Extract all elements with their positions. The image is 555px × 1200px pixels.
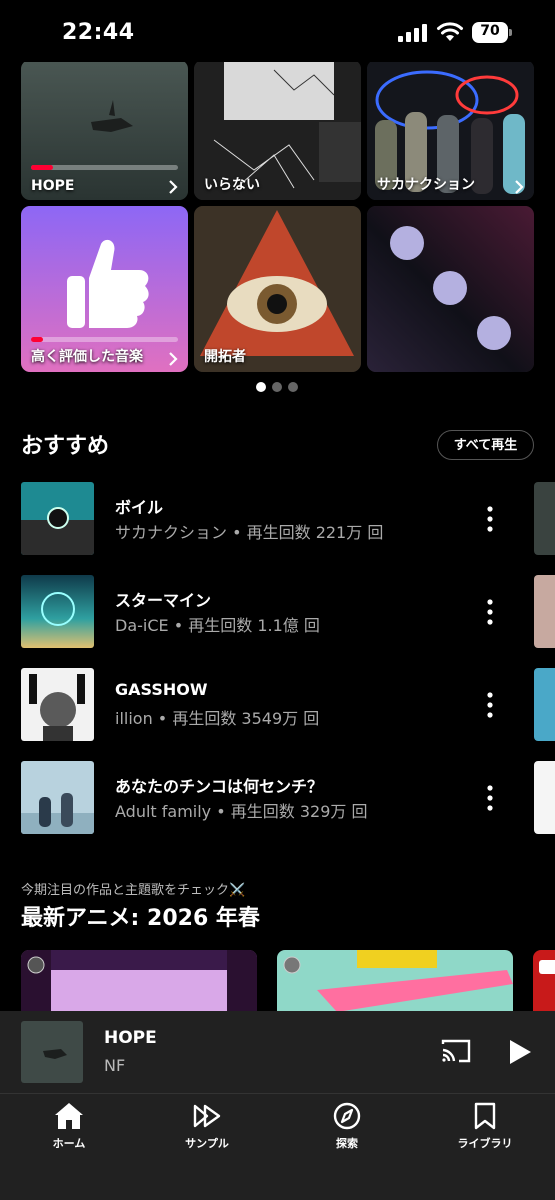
nav-samples[interactable]: サンプル [157,1102,257,1162]
tile-mix[interactable] [367,206,534,372]
tile-label: HOPE [31,178,75,194]
status-time: 22:44 [62,20,135,45]
play-all-button[interactable]: すべて再生 [437,430,534,460]
tile-sakanaction[interactable]: サカナクション [367,60,534,200]
battery-level: 70 [480,23,500,39]
mix-artwork [367,206,534,372]
track-subtitle: サカナクション • 再生回数 221万 回 [115,523,384,542]
status-bar: 22:44 70 [0,0,555,62]
nav-library[interactable]: ライブラリ [435,1102,535,1162]
chevron-right-icon [515,180,524,194]
tile-iranai[interactable]: いらない [194,60,361,200]
now-playing-title: HOPE [104,1028,157,1048]
cast-icon[interactable] [441,1038,471,1064]
next-column-thumbnail[interactable] [534,668,555,741]
section-title: おすすめ [21,434,110,459]
next-column-thumbnail[interactable] [534,761,555,834]
track-subtitle: Da-iCE • 再生回数 1.1億 回 [115,616,320,635]
tile-liked-music[interactable]: 高く評価した音楽 [21,206,188,372]
anime-card[interactable] [277,950,513,1012]
next-column-thumbnail[interactable] [534,575,555,648]
home-icon [55,1103,83,1129]
chevron-right-icon [169,352,178,366]
track-thumbnail [21,761,94,834]
nav-label: 探索 [336,1137,358,1150]
track-thumbnail [21,575,94,648]
more-options-icon[interactable] [480,597,500,627]
play-icon[interactable] [508,1039,532,1065]
bottom-nav: ホーム サンプル 探索 ライブラリ [0,1093,555,1200]
more-options-icon[interactable] [480,783,500,813]
track-title: スターマイン [115,591,212,610]
track-subtitle: illion • 再生回数 3549万 回 [115,709,320,728]
wifi-icon [437,22,463,41]
compass-icon [333,1102,361,1130]
list-item[interactable]: あなたのチンコは何センチ？ Adult family • 再生回数 329万 回 [21,761,511,834]
now-playing-artist: NF [104,1056,126,1075]
track-subtitle: Adult family • 再生回数 329万 回 [115,802,368,821]
page-dot [256,382,266,392]
list-item[interactable]: GASSHOW illion • 再生回数 3549万 回 [21,668,511,741]
tile-progress-bar [31,337,178,342]
nav-explore[interactable]: 探索 [297,1102,397,1162]
tile-progress-bar [31,165,178,170]
track-title: ボイル [115,498,164,517]
tile-label: 開拓者 [204,349,246,365]
nav-label: ライブラリ [457,1137,513,1150]
anime-card[interactable] [21,950,257,1012]
now-playing-thumbnail [21,1021,83,1083]
page-dot [272,382,282,392]
more-options-icon[interactable] [480,504,500,534]
tile-hope[interactable]: HOPE [21,60,188,200]
chevron-right-icon [169,180,178,194]
track-title: あなたのチンコは何センチ？ [115,777,324,796]
battery-icon: 70 [472,22,512,43]
tile-kaitakusha[interactable]: 開拓者 [194,206,361,372]
track-thumbnail [21,668,94,741]
cellular-signal-icon [398,24,427,42]
track-title: GASSHOW [115,680,208,699]
tile-label: いらない [204,177,260,193]
more-options-icon[interactable] [480,690,500,720]
mini-player[interactable]: HOPE NF [0,1011,555,1093]
nav-home[interactable]: ホーム [19,1102,119,1162]
list-item[interactable]: ボイル サカナクション • 再生回数 221万 回 [21,482,511,555]
track-thumbnail [21,482,94,555]
list-item[interactable]: スターマイン Da-iCE • 再生回数 1.1億 回 [21,575,511,648]
nav-label: ホーム [52,1137,86,1150]
page-dot [288,382,298,392]
page-indicator [256,382,300,392]
nav-label: サンプル [185,1137,229,1150]
tile-label: 高く評価した音楽 [31,349,143,365]
section-subtitle: 今期注目の作品と主題歌をチェック⚔️ [21,883,246,898]
library-icon [474,1102,496,1130]
next-column-thumbnail[interactable] [534,482,555,555]
section-title: 最新アニメ: 2026 年春 [21,906,260,931]
anime-card[interactable] [533,950,555,1012]
tile-label: サカナクション [377,177,475,193]
samples-icon [193,1104,221,1128]
